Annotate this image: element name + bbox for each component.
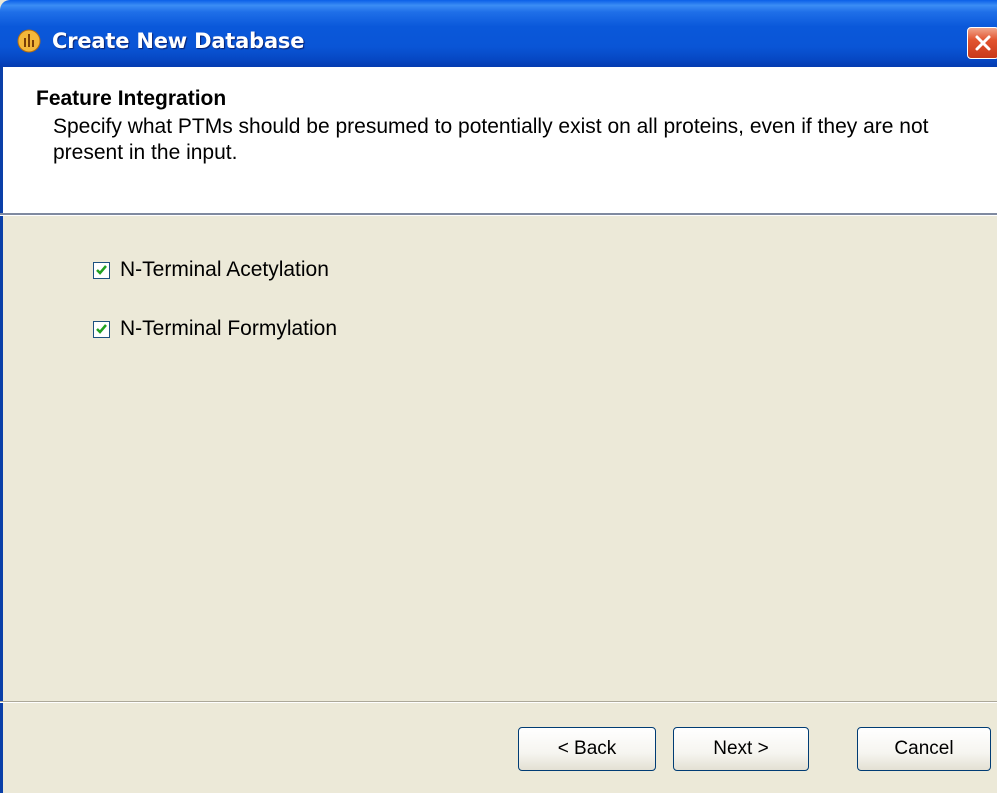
- back-button[interactable]: < Back: [518, 727, 656, 771]
- create-database-dialog: Create New Database Feature Integration …: [0, 0, 997, 793]
- window-title: Create New Database: [52, 29, 305, 53]
- cancel-button[interactable]: Cancel: [857, 727, 991, 771]
- title-bar[interactable]: Create New Database: [0, 0, 997, 67]
- acetylation-label: N-Terminal Acetylation: [120, 258, 329, 281]
- formylation-label: N-Terminal Formylation: [120, 317, 338, 340]
- option-n-terminal-formylation[interactable]: N-Terminal Formylation: [93, 317, 337, 341]
- footer-divider: [0, 701, 997, 703]
- next-button[interactable]: Next >: [673, 727, 809, 771]
- close-icon: [975, 35, 991, 51]
- page-description: Specify what PTMs should be presumed to …: [53, 115, 929, 164]
- close-button[interactable]: [967, 27, 997, 59]
- page-title: Feature Integration: [36, 87, 227, 110]
- option-n-terminal-acetylation[interactable]: N-Terminal Acetylation: [93, 258, 329, 282]
- checkmark-icon: [96, 264, 107, 275]
- formylation-checkbox[interactable]: [93, 320, 110, 338]
- checkmark-icon: [96, 323, 107, 334]
- acetylation-checkbox[interactable]: [93, 261, 110, 279]
- chart-app-icon: [17, 29, 41, 53]
- wizard-header: Feature Integration Specify what PTMs sh…: [0, 67, 997, 213]
- wizard-body: [0, 216, 997, 793]
